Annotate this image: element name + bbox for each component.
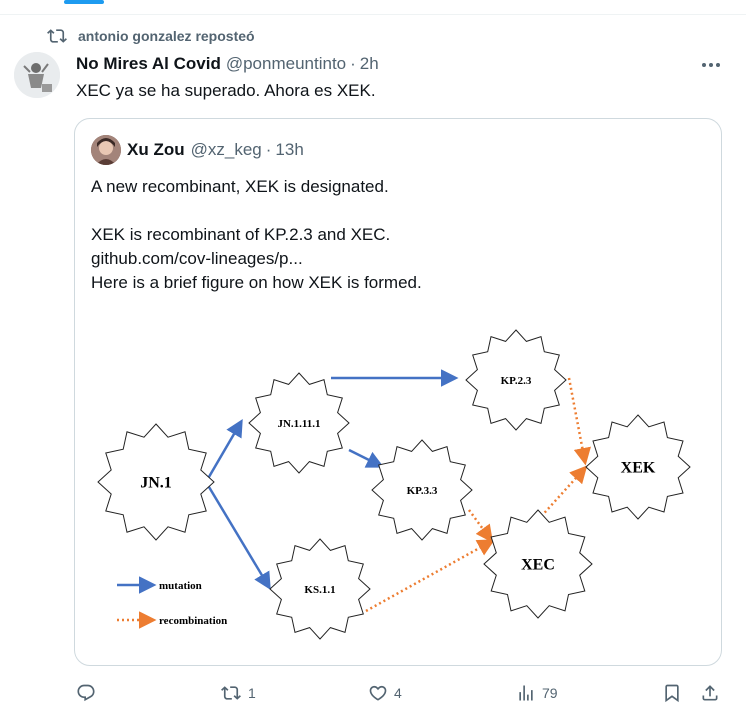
share-icon [702,685,718,701]
quoted-avatar-image [91,135,121,165]
share-button[interactable] [700,676,720,710]
lineage-diagram[interactable]: JN.1 JN.1.11.1 KP.2.3 KP.3.3 KS.1.1 XEC XEK mu… [91,319,705,645]
node-xek-label: XEK [621,460,656,477]
bookmark-icon [665,684,679,703]
like-button[interactable]: 4 [368,676,402,710]
separator-dot: · [265,140,272,159]
node-jn1-label: JN.1 [140,475,172,492]
node-jn11111-label: JN.1.11.1 [277,418,320,430]
active-tab-indicator [64,0,104,4]
repost-count: 1 [248,685,256,701]
node-kp33-label: KP.3.3 [407,485,438,497]
more-icon-dot [702,63,706,67]
edge-ks11-to-xec [365,539,496,613]
views-count: 79 [542,685,558,701]
avatar-image [14,52,60,98]
quoted-link[interactable]: github.com/cov-lineages/p... [91,247,691,271]
quoted-text: A new recombinant, XEK is designated. XE… [91,175,691,295]
quoted-text-line: Here is a brief figure on how XEK is for… [91,273,422,292]
legend-mutation-label: mutation [159,580,202,592]
repost-context[interactable]: antonio gonzalez reposteó [46,24,255,48]
views-button[interactable]: 79 [516,676,558,710]
quoted-text-line: A new recombinant, XEK is designated. [91,177,389,196]
author-name[interactable]: No Mires Al Covid [76,54,221,74]
repost-icon [47,29,67,43]
quoted-author-name[interactable]: Xu Zou [127,140,185,160]
tweet-text: XEC ya se ha superado. Ahora es XEK. [76,81,376,100]
node-kp23-label: KP.2.3 [501,375,532,387]
quoted-author-avatar[interactable] [91,135,121,165]
top-border [0,0,746,15]
author-avatar[interactable] [14,52,60,98]
tweet-header: No Mires Al Covid @ponmeuntinto · 2h [76,52,379,76]
reply-icon [77,684,95,702]
edge-kp33-to-xec [467,509,494,543]
legend-recombination-label: recombination [159,615,227,627]
action-bar: 1 4 79 [0,676,746,710]
like-count: 4 [394,685,402,701]
tweet-time[interactable]: 2h [360,54,379,74]
edge-jn1-to-ks11 [204,481,271,591]
edge-kp23-to-xek [567,377,591,466]
lineage-diagram-svg: JN.1 JN.1.11.1 KP.2.3 KP.3.3 KS.1.1 XEC XEK mu… [97,329,691,640]
heart-icon [369,685,387,701]
repost-icon [221,686,241,700]
edge-xec-to-xek [537,465,588,521]
edge-jn11111-to-kp33 [348,448,385,468]
more-icon-dot [709,63,713,67]
separator-dot: · [350,54,356,73]
node-xec-label: XEC [521,557,555,574]
quoted-tweet[interactable]: Xu Zou @xz_keg · 13h A new recombinant, … [74,118,722,666]
bookmark-button[interactable] [662,676,682,710]
repost-button[interactable]: 1 [220,676,256,710]
author-handle[interactable]: @ponmeuntinto [226,54,346,74]
quoted-time[interactable]: 13h [275,140,303,160]
repost-text[interactable]: antonio gonzalez reposteó [78,28,255,44]
node-ks11-label: KS.1.1 [304,584,335,596]
more-icon-dot [716,63,720,67]
quoted-author-handle[interactable]: @xz_keg [191,140,262,160]
edge-jn1-to-jn11111 [204,418,243,483]
views-icon [519,685,533,701]
quoted-text-line: XEK is recombinant of KP.2.3 and XEC. [91,225,391,244]
reply-button[interactable] [76,676,96,710]
more-options-button[interactable] [698,56,724,74]
quoted-header: Xu Zou @xz_keg · 13h [127,139,304,161]
